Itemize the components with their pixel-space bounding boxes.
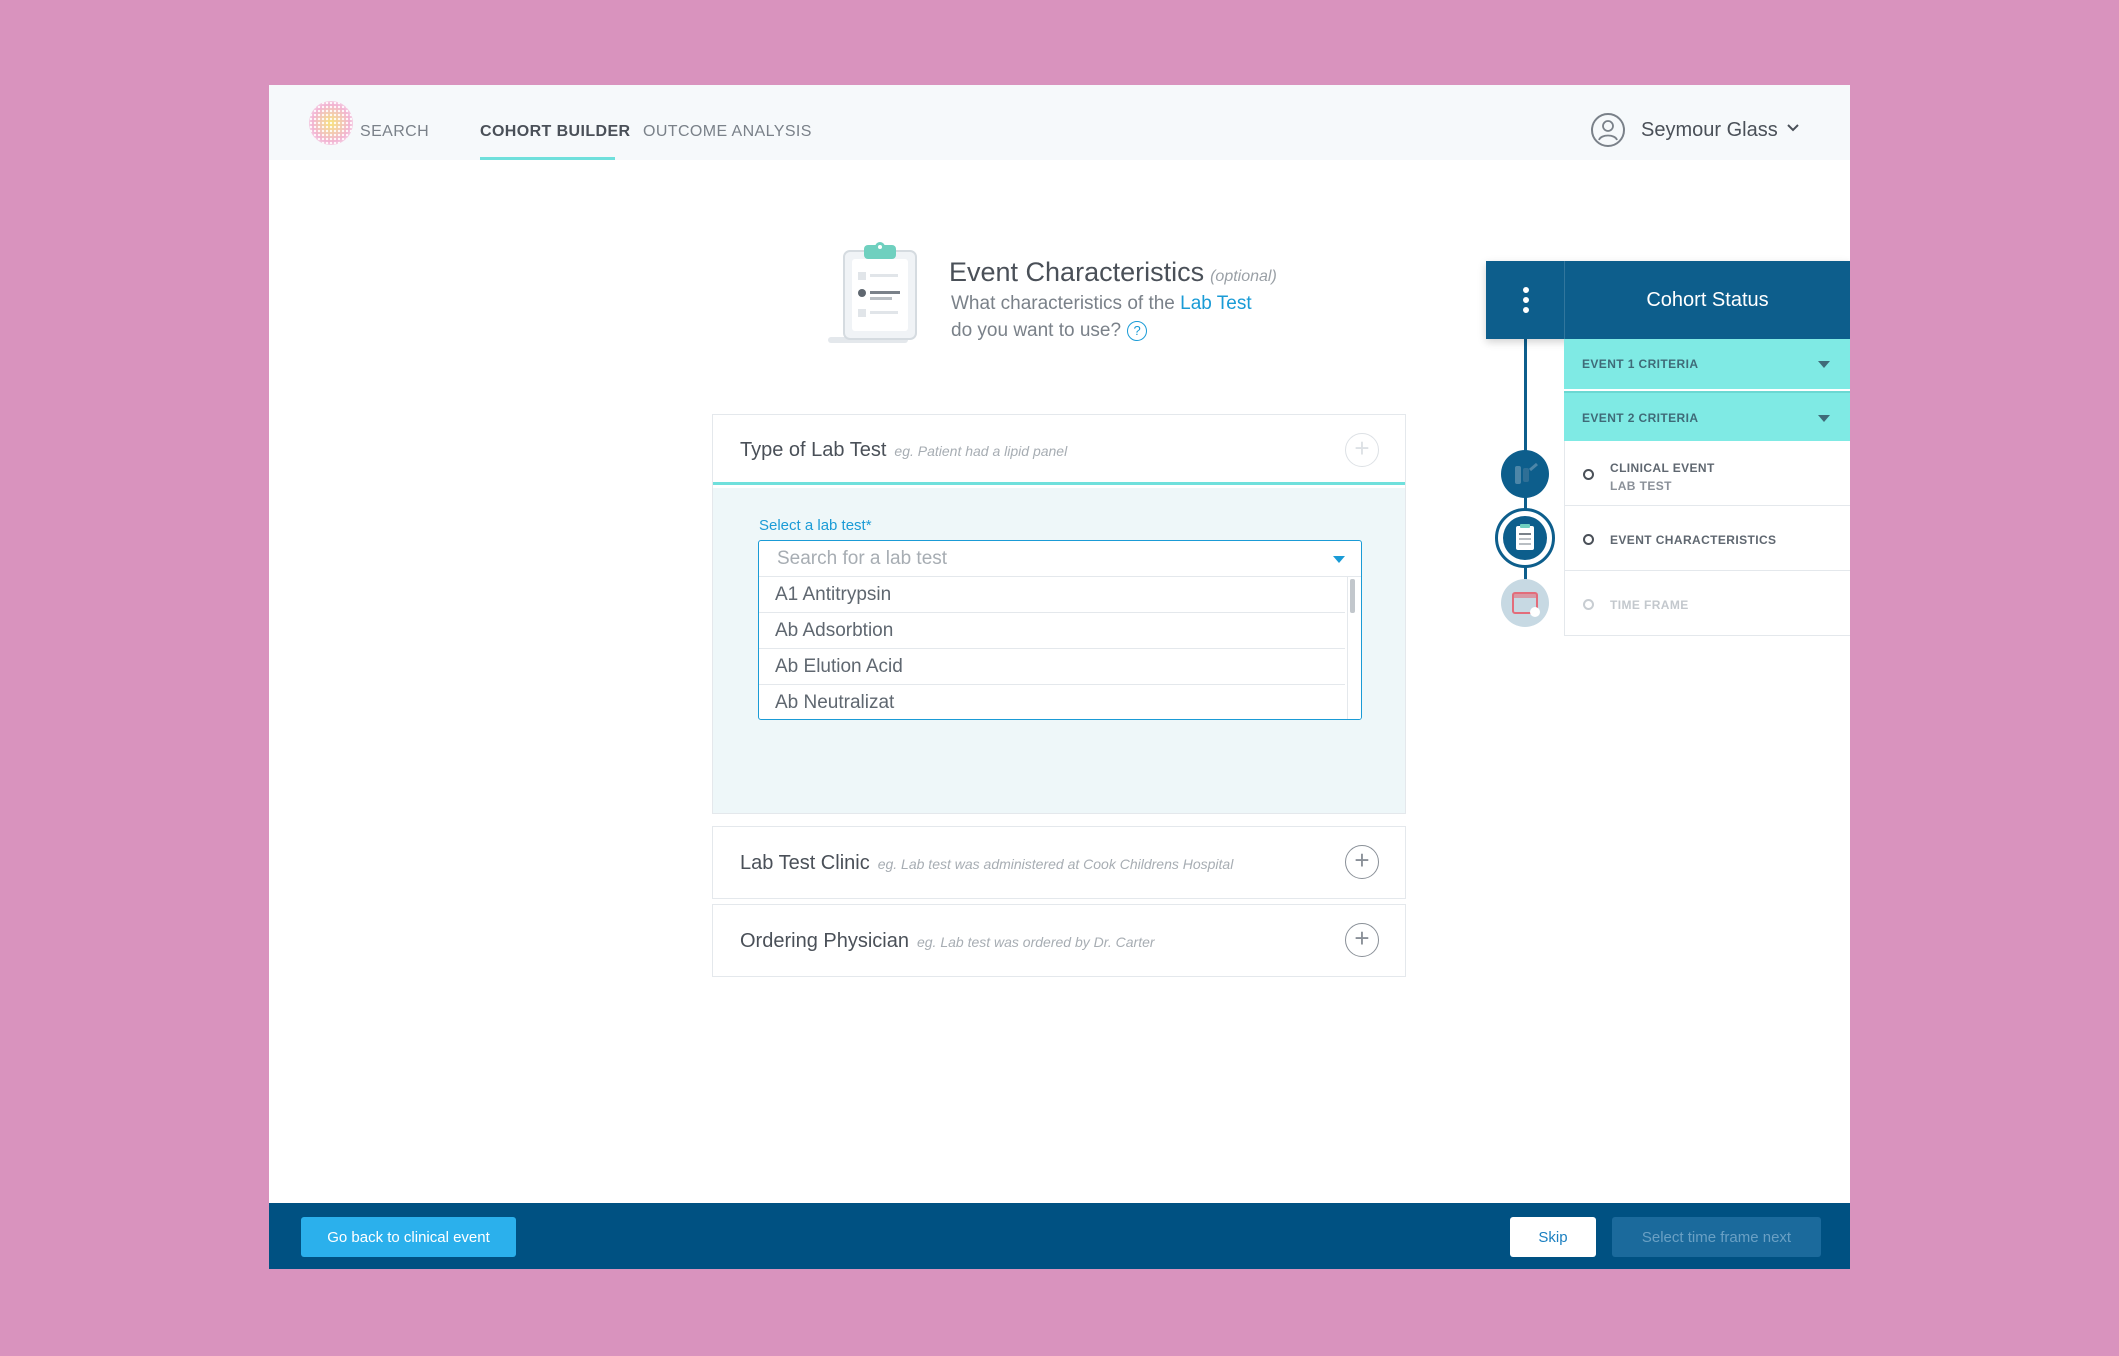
top-nav-bar: SEARCH COHORT BUILDER OUTCOME ANALYSIS S… — [269, 85, 1850, 160]
event-characteristics-step-icon — [1495, 508, 1555, 568]
list-item[interactable]: A1 Antitrypsin — [759, 577, 1345, 613]
more-options-icon[interactable] — [1486, 261, 1565, 339]
help-icon[interactable]: ? — [1127, 320, 1148, 341]
user-avatar-icon[interactable] — [1591, 113, 1625, 147]
list-item[interactable]: Ab Neutralizat — [759, 685, 1345, 719]
nav-outcome-analysis[interactable]: OUTCOME ANALYSIS — [643, 123, 812, 141]
lab-test-selector-area: Select a lab test* A1 Antitrypsin Ab Ads… — [713, 488, 1405, 813]
step-time-frame[interactable]: TIME FRAME — [1564, 571, 1850, 636]
cohort-status-title: Cohort Status — [1646, 289, 1769, 311]
lab-test-search-input[interactable] — [759, 541, 1361, 577]
page-subtitle: What characteristics of the Lab Test do … — [951, 293, 1252, 341]
panel-type-of-lab-test: Type of Lab Test eg. Patient had a lipid … — [712, 414, 1406, 814]
step-status-icon — [1583, 599, 1594, 610]
lab-test-dropdown[interactable]: A1 Antitrypsin Ab Adsorbtion Ab Elution … — [758, 540, 1362, 720]
select-lab-test-label: Select a lab test* — [759, 517, 872, 534]
step-status-icon — [1583, 534, 1594, 545]
panel-title: Lab Test Clinic eg. Lab test was administ… — [740, 852, 1234, 874]
footer-bar: Go back to clinical event Skip Select ti… — [269, 1203, 1850, 1269]
lab-test-step-icon — [1501, 450, 1549, 498]
list-item[interactable]: Ab Elution Acid — [759, 649, 1345, 685]
user-menu-chevron-icon[interactable] — [1786, 121, 1800, 138]
nav-cohort-builder[interactable]: COHORT BUILDER — [480, 123, 630, 141]
step-status-icon — [1583, 469, 1594, 480]
caret-down-icon[interactable] — [1818, 361, 1830, 368]
list-item[interactable]: Ab Adsorbtion — [759, 613, 1345, 649]
clipboard-icon — [824, 241, 922, 351]
cohort-status-header: Cohort Status — [1486, 261, 1850, 339]
calendar-step-icon — [1501, 579, 1549, 627]
add-icon[interactable]: + — [1345, 923, 1379, 957]
go-back-button[interactable]: Go back to clinical event — [301, 1217, 516, 1257]
panel-ordering-physician[interactable]: Ordering Physician eg. Lab test was order… — [712, 904, 1406, 977]
page-title: Event Characteristics (optional) — [949, 257, 1277, 287]
panel-title: Ordering Physician eg. Lab test was order… — [740, 930, 1155, 952]
step-event-characteristics[interactable]: EVENT CHARACTERISTICS — [1564, 506, 1850, 571]
step-clinical-event[interactable]: CLINICAL EVENT LAB TEST — [1564, 441, 1850, 506]
panel-title: Type of Lab Test eg. Patient had a lipid … — [740, 439, 1068, 461]
skip-button[interactable]: Skip — [1510, 1217, 1596, 1257]
panel-lab-test-clinic[interactable]: Lab Test Clinic eg. Lab test was administ… — [712, 826, 1406, 899]
nav-active-indicator — [480, 157, 615, 160]
lab-test-link[interactable]: Lab Test — [1180, 293, 1251, 314]
dropdown-caret-icon[interactable] — [1333, 556, 1345, 563]
optional-tag: (optional) — [1210, 268, 1277, 285]
nav-search[interactable]: SEARCH — [360, 123, 429, 141]
event-1-criteria[interactable]: EVENT 1 CRITERIA — [1564, 339, 1850, 389]
panel-header[interactable]: Type of Lab Test eg. Patient had a lipid … — [713, 415, 1405, 485]
app-logo-icon[interactable] — [309, 101, 353, 145]
scrollbar[interactable] — [1347, 577, 1361, 719]
app-window: SEARCH COHORT BUILDER OUTCOME ANALYSIS S… — [269, 85, 1850, 1269]
add-icon[interactable]: + — [1345, 845, 1379, 879]
event-2-criteria[interactable]: EVENT 2 CRITERIA — [1564, 391, 1850, 441]
caret-down-icon[interactable] — [1818, 415, 1830, 422]
scrollbar-thumb[interactable] — [1350, 579, 1355, 613]
select-time-frame-button[interactable]: Select time frame next — [1612, 1217, 1821, 1257]
lab-test-option-list: A1 Antitrypsin Ab Adsorbtion Ab Elution … — [759, 577, 1345, 719]
user-name[interactable]: Seymour Glass — [1641, 119, 1778, 142]
add-icon[interactable]: + — [1345, 433, 1379, 467]
